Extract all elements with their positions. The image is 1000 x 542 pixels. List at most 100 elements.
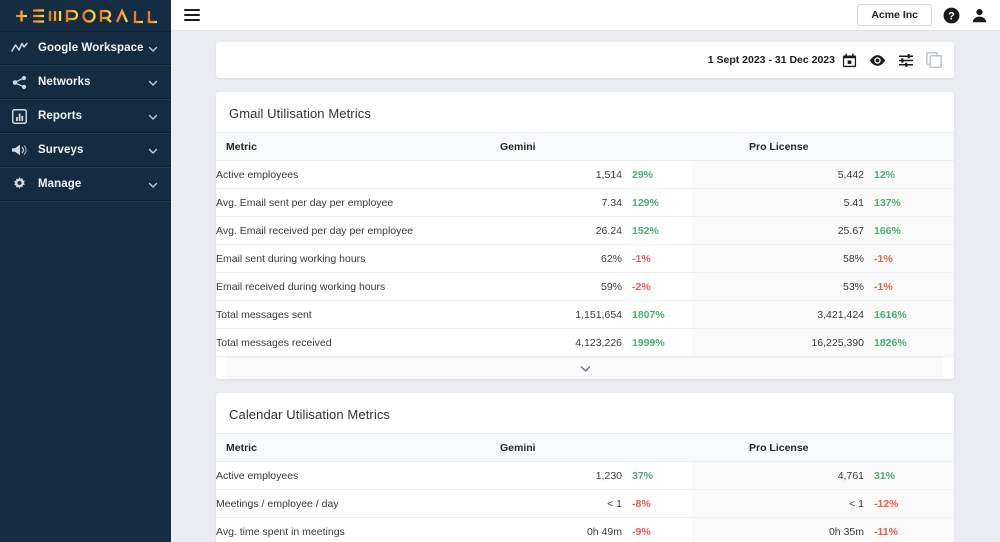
table-row: Total messages received 4,123,226 1999% 16,… bbox=[216, 328, 954, 357]
main-area: Acme Inc ? 1 Sept 2023 - 31 Dec 2023 Gma… bbox=[171, 0, 1000, 542]
gemini-value-cell: 1,514 29% bbox=[444, 160, 692, 189]
card-title: Calendar Utilisation Metrics bbox=[229, 407, 391, 422]
app-logo[interactable] bbox=[0, 0, 171, 31]
sliders-icon[interactable] bbox=[898, 53, 914, 68]
pro-license-value: < 1 bbox=[849, 497, 864, 510]
sidebar-item-surveys[interactable]: Surveys bbox=[0, 133, 171, 167]
pro-license-value-cell: 0h 35m -11% bbox=[692, 517, 954, 542]
metrics-table: Metric Gemini Pro License Active employees 1… bbox=[216, 132, 954, 357]
column-header-gemini: Gemini bbox=[444, 132, 692, 161]
metric-name-cell: Avg. time spent in meetings bbox=[216, 517, 444, 542]
chevron-down-icon bbox=[580, 360, 591, 378]
share-nodes-icon bbox=[9, 73, 29, 91]
table-header-row: Metric Gemini Pro License bbox=[216, 132, 954, 161]
pro-license-value-cell: 5.41 137% bbox=[692, 188, 954, 217]
svg-text:?: ? bbox=[948, 10, 955, 22]
gear-icon bbox=[9, 175, 29, 193]
column-header-metric: Metric bbox=[216, 132, 444, 161]
gemini-value-cell: 59% -2% bbox=[444, 272, 692, 301]
pro-license-change-percent: 12% bbox=[874, 168, 896, 181]
gemini-change-percent: 1807% bbox=[632, 308, 665, 321]
filter-bar: 1 Sept 2023 - 31 Dec 2023 bbox=[216, 42, 954, 78]
top-bar: Acme Inc ? bbox=[171, 0, 1000, 31]
temporall-logo-icon bbox=[16, 7, 157, 23]
sidebar-empty-area bbox=[0, 201, 171, 542]
table-row: Meetings / employee / day < 1 -8% < 1 -12% bbox=[216, 489, 954, 518]
pro-license-value: 16,225,390 bbox=[811, 336, 864, 349]
gemini-value: 62% bbox=[600, 252, 622, 265]
sidebar-item-label: Manage bbox=[38, 178, 82, 190]
pro-license-value-cell: < 1 -12% bbox=[692, 489, 954, 518]
gemini-value-cell: 4,123,226 1999% bbox=[444, 328, 692, 357]
sidebar-item-manage[interactable]: Manage bbox=[0, 167, 171, 201]
column-header-metric: Metric bbox=[216, 433, 444, 462]
sidebar-item-reports[interactable]: Reports bbox=[0, 99, 171, 133]
user-avatar-icon[interactable] bbox=[971, 7, 988, 24]
pro-license-change-percent: -1% bbox=[874, 280, 893, 293]
expand-rows-button[interactable] bbox=[227, 357, 943, 379]
eye-icon[interactable] bbox=[869, 54, 886, 67]
gemini-value: 59% bbox=[600, 280, 622, 293]
metrics-table: Metric Gemini Pro License Active employees 1… bbox=[216, 433, 954, 542]
gemini-value-cell: 0h 49m -9% bbox=[444, 517, 692, 542]
gemini-value: 1,151,654 bbox=[575, 308, 622, 321]
gemini-value-cell: 7.34 129% bbox=[444, 188, 692, 217]
column-header-pro-license: Pro License bbox=[692, 433, 954, 462]
gemini-value-cell: 1,151,654 1807% bbox=[444, 300, 692, 329]
gemini-value: 0h 49m bbox=[586, 525, 622, 538]
table-row: Active employees 1,230 37% 4,761 31% bbox=[216, 461, 954, 490]
metric-name-cell: Total messages sent bbox=[216, 300, 444, 329]
gemini-change-percent: -9% bbox=[632, 525, 651, 538]
chevron-down-icon[interactable] bbox=[147, 144, 159, 156]
chevron-down-icon[interactable] bbox=[147, 76, 159, 88]
sidebar-item-google-workspace[interactable]: Google Workspace bbox=[0, 31, 171, 65]
sidebar-item-label: Reports bbox=[38, 110, 83, 122]
chevron-down-icon[interactable] bbox=[147, 42, 159, 54]
metric-name-cell: Email sent during working hours bbox=[216, 244, 444, 273]
chevron-down-icon[interactable] bbox=[147, 110, 159, 122]
gemini-value-cell: 62% -1% bbox=[444, 244, 692, 273]
gemini-value-cell: 1,230 37% bbox=[444, 461, 692, 490]
pro-license-value-cell: 25.67 166% bbox=[692, 216, 954, 245]
hamburger-icon[interactable] bbox=[181, 4, 203, 26]
metric-name-cell: Active employees bbox=[216, 461, 444, 490]
table-row: Total messages sent 1,151,654 1807% 3,421,4… bbox=[216, 300, 954, 329]
metrics-card: Calendar Utilisation Metrics Metric Gemini… bbox=[216, 393, 954, 542]
pro-license-value: 25.67 bbox=[837, 224, 864, 237]
pro-license-change-percent: 1616% bbox=[874, 308, 907, 321]
pro-license-change-percent: -12% bbox=[874, 497, 899, 510]
sidebar-item-label: Networks bbox=[38, 76, 91, 88]
pro-license-change-percent: -11% bbox=[874, 525, 898, 538]
date-range-label[interactable]: 1 Sept 2023 - 31 Dec 2023 bbox=[708, 54, 835, 66]
megaphone-icon bbox=[9, 141, 29, 159]
pro-license-value-cell: 4,761 31% bbox=[692, 461, 954, 490]
gemini-change-percent: -2% bbox=[632, 280, 651, 293]
gemini-value: < 1 bbox=[607, 497, 622, 510]
card-title: Gmail Utilisation Metrics bbox=[229, 106, 371, 121]
chevron-down-icon[interactable] bbox=[147, 178, 159, 190]
sidebar-item-label: Surveys bbox=[38, 144, 84, 156]
table-row: Email sent during working hours 62% -1% 58%… bbox=[216, 244, 954, 273]
sidebar: Google Workspace Networks Reports Survey… bbox=[0, 0, 171, 542]
calendar-icon[interactable] bbox=[842, 53, 857, 68]
organization-button[interactable]: Acme Inc bbox=[857, 4, 932, 26]
pro-license-change-percent: 1826% bbox=[874, 336, 907, 349]
pro-license-value: 4,761 bbox=[837, 469, 864, 482]
sidebar-item-label: Google Workspace bbox=[38, 42, 144, 54]
filter-bar-card: 1 Sept 2023 - 31 Dec 2023 bbox=[216, 42, 954, 78]
gemini-change-percent: 152% bbox=[632, 224, 659, 237]
column-header-gemini: Gemini bbox=[444, 433, 692, 462]
gemini-change-percent: 1999% bbox=[632, 336, 665, 349]
metric-name-cell: Avg. Email sent per day per employee bbox=[216, 188, 444, 217]
trend-line-icon bbox=[9, 39, 29, 57]
table-row: Email received during working hours 59% -2… bbox=[216, 272, 954, 301]
gemini-change-percent: -1% bbox=[632, 252, 651, 265]
sidebar-nav: Google Workspace Networks Reports Survey… bbox=[0, 31, 171, 201]
column-header-pro-license: Pro License bbox=[692, 132, 954, 161]
sidebar-item-networks[interactable]: Networks bbox=[0, 65, 171, 99]
help-circle-icon[interactable]: ? bbox=[943, 7, 960, 24]
gemini-change-percent: 129% bbox=[632, 196, 659, 209]
gemini-value: 1,230 bbox=[595, 469, 622, 482]
copy-layers-icon[interactable] bbox=[926, 52, 942, 68]
pro-license-value-cell: 53% -1% bbox=[692, 272, 954, 301]
